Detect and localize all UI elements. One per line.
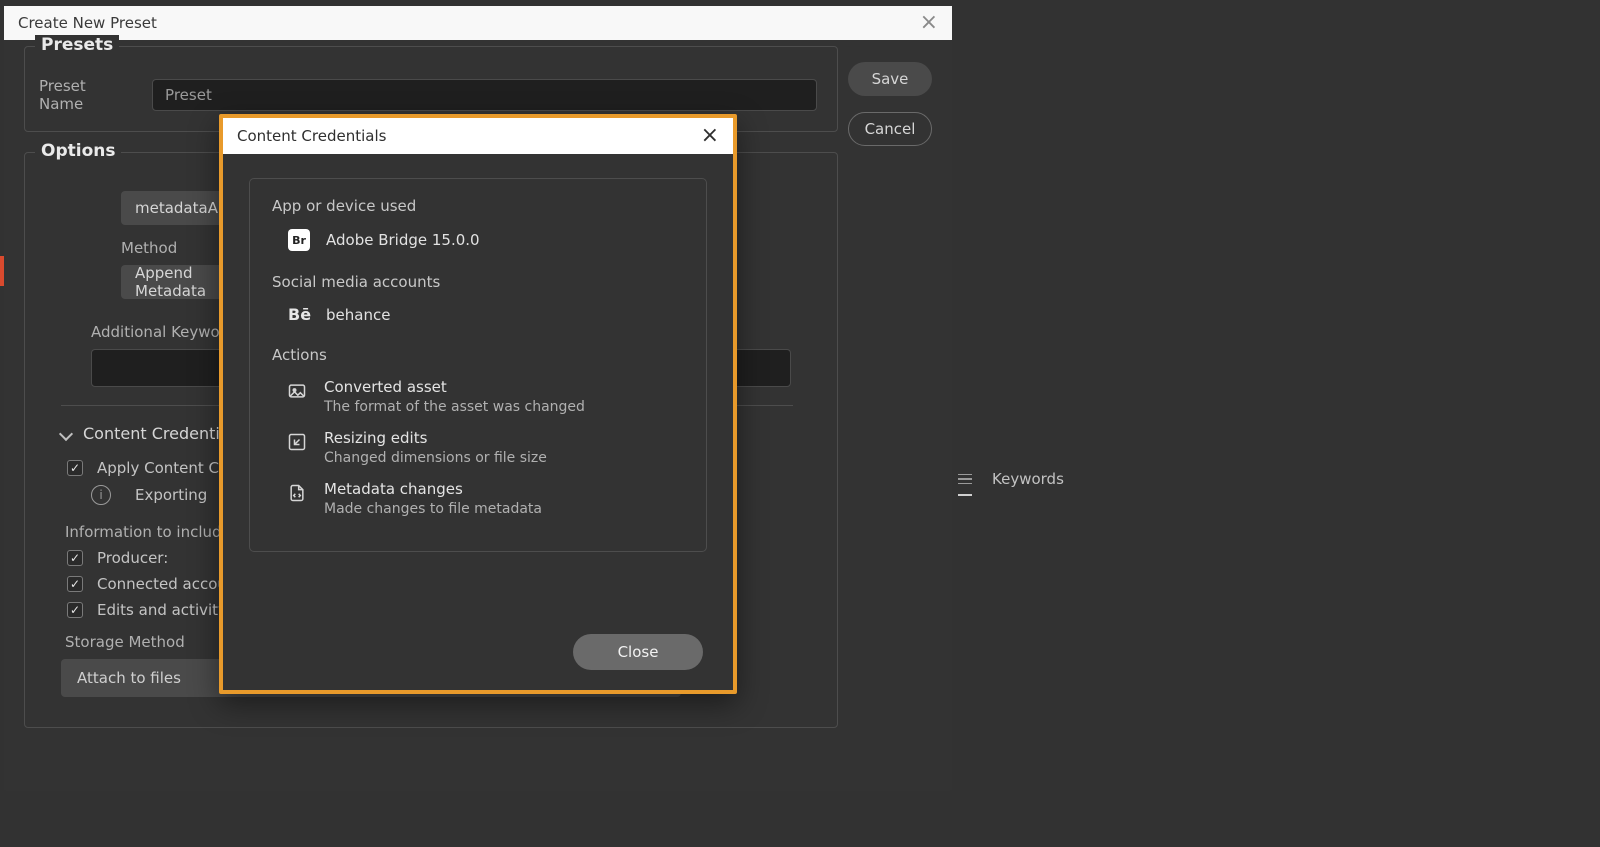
action-title: Metadata changes [324, 480, 542, 498]
create-preset-close-icon[interactable]: × [920, 12, 938, 34]
edits-activity-label: Edits and activity [97, 601, 227, 619]
exporting-label: Exporting [135, 486, 207, 504]
action-title: Converted asset [324, 378, 585, 396]
action-desc: Changed dimensions or file size [324, 450, 547, 466]
file-code-icon [286, 482, 308, 504]
presets-legend: Presets [35, 35, 119, 55]
chevron-down-icon [59, 426, 73, 440]
resize-icon [286, 431, 308, 453]
create-preset-titlebar: Create New Preset × [4, 6, 952, 40]
cc-title: Content Credentials [237, 127, 386, 145]
bridge-app-icon: Br [288, 229, 310, 251]
behance-icon: Bē [288, 305, 310, 324]
options-legend: Options [35, 141, 121, 161]
image-icon [286, 380, 308, 402]
cc-titlebar: Content Credentials × [223, 118, 733, 154]
edits-activity-checkbox[interactable] [67, 602, 83, 618]
actions-heading: Actions [272, 346, 684, 364]
app-used-value: Adobe Bridge 15.0.0 [326, 231, 480, 249]
preset-name-input[interactable]: Preset [152, 79, 817, 111]
apply-cc-checkbox[interactable] [67, 460, 83, 476]
tab-underline [958, 494, 972, 496]
action-converted: Converted asset The format of the asset … [286, 378, 684, 415]
right-panel-area: Keywords [952, 0, 1600, 847]
producer-label: Producer: [97, 549, 168, 567]
action-resizing: Resizing edits Changed dimensions or fil… [286, 429, 684, 466]
action-title: Resizing edits [324, 429, 547, 447]
cc-info-panel: App or device used Br Adobe Bridge 15.0.… [249, 178, 707, 552]
social-account-value: behance [326, 306, 390, 324]
panel-menu-icon[interactable] [958, 474, 972, 485]
app-used-heading: App or device used [272, 197, 684, 215]
cc-close-button[interactable]: Close [573, 634, 703, 670]
cc-close-icon[interactable]: × [701, 125, 719, 147]
info-icon: i [91, 485, 111, 505]
social-heading: Social media accounts [272, 273, 684, 291]
tab-keywords[interactable]: Keywords [992, 470, 1064, 488]
preset-name-label: Preset Name [39, 77, 134, 113]
connected-accounts-checkbox[interactable] [67, 576, 83, 592]
left-accent-marker [0, 256, 4, 286]
create-preset-title: Create New Preset [18, 14, 157, 32]
producer-checkbox[interactable] [67, 550, 83, 566]
content-credentials-dialog: Content Credentials × App or device used… [219, 114, 737, 694]
action-desc: Made changes to file metadata [324, 501, 542, 517]
action-desc: The format of the asset was changed [324, 399, 585, 415]
action-metadata: Metadata changes Made changes to file me… [286, 480, 684, 517]
